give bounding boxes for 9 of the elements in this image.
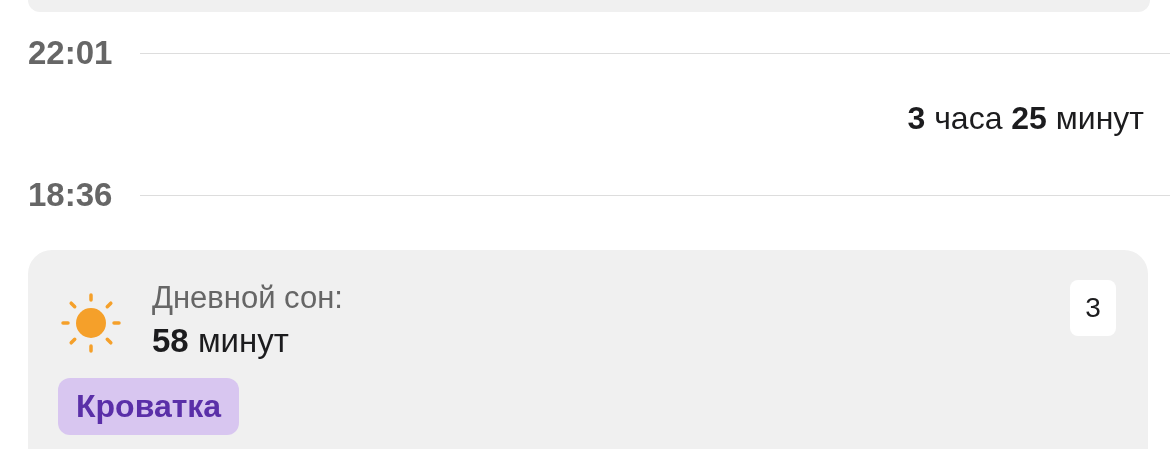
count-badge: 3 <box>1070 280 1116 336</box>
time-label: 22:01 <box>28 34 113 72</box>
sleep-card[interactable]: Дневной сон: 58 минут 3 Кроватка <box>28 250 1148 449</box>
tag: Кроватка <box>58 378 240 435</box>
time-label: 18:36 <box>28 176 113 214</box>
sun-icon <box>58 290 124 356</box>
duration-text: 3 часа 25 минут <box>907 99 1144 137</box>
entry-label: Дневной сон: <box>152 280 344 316</box>
entry-duration: 58 минут <box>152 322 290 360</box>
